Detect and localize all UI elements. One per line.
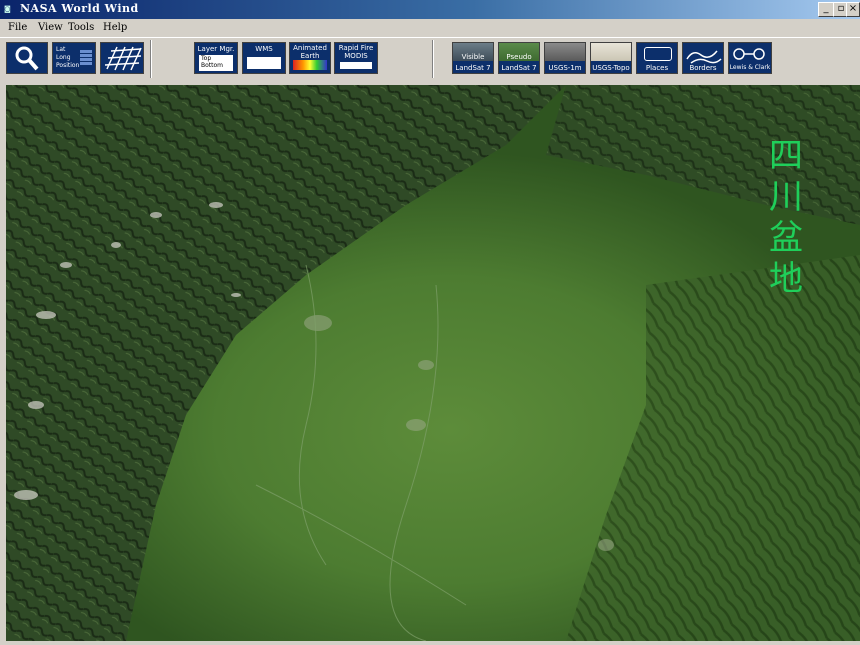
layer-landsat-pseudo[interactable]: Pseudo LandSat 7 xyxy=(498,42,540,74)
close-button[interactable]: × xyxy=(846,2,860,17)
wms-panel-icon xyxy=(247,57,281,69)
magnifier-icon xyxy=(15,46,39,71)
label-char: 地 xyxy=(769,259,803,299)
position-label: Position xyxy=(56,62,80,69)
world-wind-icon: ◙ xyxy=(4,5,11,13)
modis-label: MODIS xyxy=(344,52,368,60)
place-marker-icon xyxy=(644,47,672,61)
usgs-1m-label: USGS-1m xyxy=(548,64,582,72)
earth-label: Earth xyxy=(300,52,320,60)
layer-manager-button[interactable]: Layer Mgr. Top Bottom xyxy=(194,42,238,74)
menu-file[interactable]: File xyxy=(8,22,27,33)
layer-mgr-label: Layer Mgr. xyxy=(197,45,235,53)
layer-landsat-visible[interactable]: Visible LandSat 7 xyxy=(452,42,494,74)
long-label: Long xyxy=(56,54,71,61)
layer-usgs-topo[interactable]: USGS-Topo xyxy=(590,42,632,74)
label-char: 四 xyxy=(769,136,803,176)
usgs-topo-label: USGS-Topo xyxy=(592,64,630,72)
layer-top-label: Top xyxy=(201,55,212,62)
wms-label: WMS xyxy=(255,45,273,53)
grid-icon xyxy=(104,46,142,71)
menu-tools[interactable]: Tools xyxy=(68,22,94,33)
menu-bar: File View Tools Help xyxy=(0,19,860,37)
modis-panel-icon xyxy=(340,62,372,69)
visible-label: Visible xyxy=(461,53,485,61)
title-bar: ◙ NASA World Wind _ ▫ × xyxy=(0,0,860,19)
pseudo-label: Pseudo xyxy=(506,53,532,61)
status-bar xyxy=(0,641,860,645)
wms-button[interactable]: WMS xyxy=(242,42,286,74)
borders-label: Borders xyxy=(689,64,717,72)
lewis-clark-label: Lewis & Clark xyxy=(729,64,771,71)
lat-long-grid-button[interactable] xyxy=(100,42,144,74)
landsat7-pseudo-label: LandSat 7 xyxy=(501,64,537,72)
rapid-fire-label: Rapid Fire xyxy=(338,44,374,52)
borders-icon xyxy=(686,50,722,64)
globe-viewport[interactable]: 四 川 盆 地 xyxy=(6,85,860,641)
color-ramp-icon xyxy=(293,60,327,70)
search-button[interactable] xyxy=(6,42,48,74)
basin-label: 四 川 盆 地 xyxy=(768,136,804,300)
toolbar-separator xyxy=(150,40,152,78)
menu-help[interactable]: Help xyxy=(103,22,127,33)
layer-borders[interactable]: Borders xyxy=(682,42,724,74)
label-char: 盆 xyxy=(769,218,803,258)
places-label: Places xyxy=(645,64,669,72)
position-button[interactable]: Lat Long Position xyxy=(52,42,96,74)
layer-places[interactable]: Places xyxy=(636,42,678,74)
window-title: NASA World Wind xyxy=(20,2,139,15)
layer-bottom-label: Bottom xyxy=(201,62,224,69)
lat-label: Lat xyxy=(56,46,66,53)
layer-usgs-1m[interactable]: USGS-1m xyxy=(544,42,586,74)
label-char: 川 xyxy=(769,177,803,217)
rapid-fire-modis-button[interactable]: Rapid Fire MODIS xyxy=(334,42,378,74)
animated-earth-button[interactable]: Animated Earth xyxy=(289,42,331,74)
landsat7-label: LandSat 7 xyxy=(455,64,491,72)
minimize-button[interactable]: _ xyxy=(818,2,834,17)
satellite-terrain-image xyxy=(6,85,860,641)
trail-icon xyxy=(733,48,765,60)
toolbar-separator xyxy=(432,40,434,78)
animated-label: Animated xyxy=(293,44,327,52)
grid-swatch-icon xyxy=(80,49,92,65)
layer-lewis-clark[interactable]: Lewis & Clark xyxy=(728,42,772,74)
menu-view[interactable]: View xyxy=(38,22,63,33)
toolbar: Lat Long Position Layer Mgr. Top Bottom … xyxy=(0,37,860,85)
